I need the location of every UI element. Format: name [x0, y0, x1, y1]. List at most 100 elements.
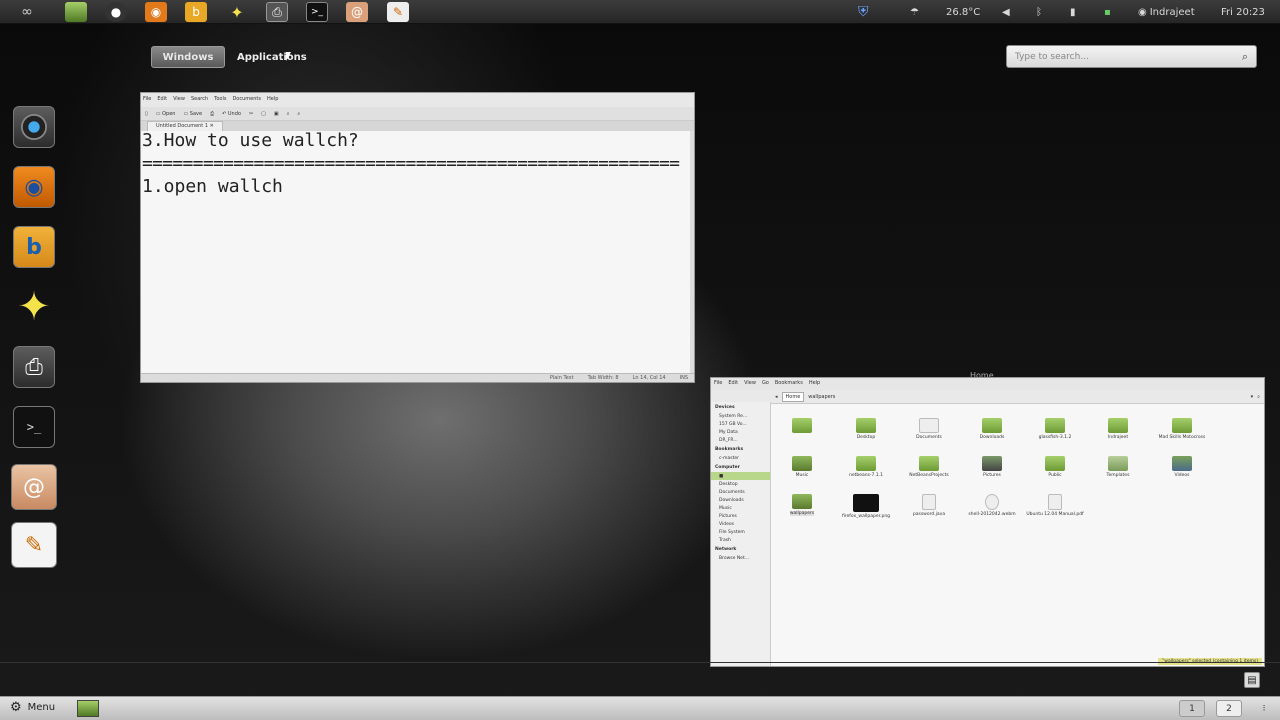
- copy-icon[interactable]: ▢: [261, 111, 266, 117]
- shell-logo-icon[interactable]: ∞: [16, 2, 38, 22]
- menu-edit[interactable]: Edit: [728, 380, 738, 388]
- sidebar-item-downloads[interactable]: Downloads: [711, 496, 770, 504]
- breadcrumb-wallpapers[interactable]: wallpapers: [808, 394, 835, 400]
- workspace-2-button[interactable]: 2: [1216, 700, 1242, 717]
- text-editor-icon[interactable]: ✎: [387, 2, 409, 22]
- file-manager-window[interactable]: File Edit View Go Bookmarks Help ◂ Home …: [710, 377, 1265, 667]
- file-item[interactable]: NetBeansProjects: [900, 456, 958, 478]
- replace-icon[interactable]: ⌕: [297, 111, 300, 117]
- sidebar-item-trash[interactable]: Trash: [711, 536, 770, 544]
- sidebar-item-file-system[interactable]: File System: [711, 528, 770, 536]
- temperature-label[interactable]: 26.8°C: [946, 0, 980, 24]
- menu-bookmarks[interactable]: Bookmarks: [775, 380, 803, 388]
- find-icon[interactable]: ⌕: [287, 111, 290, 117]
- blender-icon[interactable]: b: [13, 226, 55, 268]
- file-item[interactable]: Downloads: [963, 418, 1021, 440]
- file-item[interactable]: Documents: [900, 418, 958, 440]
- file-item[interactable]: Public: [1026, 456, 1084, 478]
- editor-text-area[interactable]: 3.How to use wallch? ===================…: [141, 130, 694, 374]
- workspace-1-button[interactable]: 1: [1179, 700, 1205, 717]
- terminal-icon[interactable]: >_: [13, 406, 55, 448]
- terminal-icon[interactable]: >_: [306, 2, 328, 22]
- camera-icon[interactable]: ●: [105, 2, 127, 22]
- sidebar-item-device[interactable]: DR_FR...: [711, 436, 770, 444]
- user-menu[interactable]: ◉ Indrajeet: [1138, 0, 1195, 24]
- menu-documents[interactable]: Documents: [232, 96, 261, 104]
- close-icon[interactable]: ✕: [210, 123, 214, 129]
- shell-app-icon[interactable]: @: [346, 2, 368, 22]
- file-item[interactable]: password.java: [900, 494, 958, 517]
- show-desktop-button[interactable]: [77, 700, 99, 717]
- sidebar-item-device[interactable]: 157 GB Vo...: [711, 420, 770, 428]
- menu-help[interactable]: Help: [809, 380, 820, 388]
- editor-scrollbar[interactable]: [690, 131, 694, 374]
- sidebar-item-pictures[interactable]: Pictures: [711, 512, 770, 520]
- cut-icon[interactable]: ✂: [249, 111, 253, 117]
- sidebar-item-desktop[interactable]: Desktop: [711, 480, 770, 488]
- scanner-icon[interactable]: ⎙: [266, 2, 288, 22]
- menu-file[interactable]: File: [143, 96, 151, 104]
- webcam-viewer-icon[interactable]: ◉: [13, 166, 55, 208]
- status-tab-width[interactable]: Tab Width: 8: [588, 375, 619, 381]
- menu-view[interactable]: View: [173, 96, 185, 104]
- sidebar-item-device[interactable]: My Data: [711, 428, 770, 436]
- file-item[interactable]: Mad Skills Motocross: [1153, 418, 1211, 440]
- volume-icon[interactable]: ◀: [1002, 0, 1010, 24]
- scanner-icon[interactable]: ⎙: [13, 346, 55, 388]
- view-dropdown-icon[interactable]: ▾: [1251, 394, 1254, 400]
- breadcrumb-home[interactable]: Home: [781, 391, 805, 402]
- weather-icon[interactable]: ☂: [910, 0, 919, 24]
- file-item[interactable]: wallpapers: [773, 494, 831, 516]
- file-item[interactable]: Music: [773, 456, 831, 478]
- sidebar-item-documents[interactable]: Documents: [711, 488, 770, 496]
- sidebar-item-videos[interactable]: Videos: [711, 520, 770, 528]
- text-editor-window[interactable]: File Edit View Search Tools Documents He…: [140, 92, 695, 383]
- menu-file[interactable]: File: [714, 380, 722, 388]
- open-button[interactable]: ▭ Open: [156, 111, 176, 117]
- file-item[interactable]: Ubuntu 12.04 Manual.pdf: [1026, 494, 1084, 517]
- menu-help[interactable]: Help: [267, 96, 278, 104]
- toggle-path-icon[interactable]: ◂: [775, 394, 778, 400]
- menu-edit[interactable]: Edit: [157, 96, 167, 104]
- star-icon[interactable]: ✦: [13, 284, 55, 330]
- paste-icon[interactable]: ▣: [274, 111, 279, 117]
- sidebar-item-music[interactable]: Music: [711, 504, 770, 512]
- network-icon[interactable]: ▪: [1104, 0, 1111, 24]
- file-item[interactable]: shell-2012042.webm: [963, 494, 1021, 517]
- menu-view[interactable]: View: [744, 380, 756, 388]
- save-button[interactable]: ▭ Save: [183, 111, 202, 117]
- file-item[interactable]: Indrajeet: [1089, 418, 1147, 440]
- webcam-icon[interactable]: ◉: [145, 2, 167, 22]
- bluetooth-icon[interactable]: ᛒ: [1036, 0, 1042, 24]
- file-item[interactable]: Videos: [1153, 456, 1211, 478]
- shell-icon[interactable]: @: [11, 464, 57, 510]
- shield-icon[interactable]: ⛨: [858, 0, 869, 24]
- tab-applications[interactable]: Applications: [226, 46, 318, 68]
- clock[interactable]: Fri 20:23: [1221, 0, 1265, 24]
- menu-search[interactable]: Search: [191, 96, 208, 104]
- file-item[interactable]: Pictures: [963, 456, 1021, 478]
- menu-button[interactable]: ⚙ Menu: [10, 700, 55, 715]
- file-item[interactable]: Templates: [1089, 456, 1147, 478]
- menu-go[interactable]: Go: [762, 380, 769, 388]
- text-editor-icon[interactable]: ✎: [11, 522, 57, 568]
- file-item[interactable]: firefox_wallpaper.png: [837, 494, 895, 519]
- status-language[interactable]: Plain Text: [550, 375, 574, 381]
- file-item[interactable]: netbeans-7.1.1: [837, 456, 895, 478]
- sidebar-item-device[interactable]: System Re...: [711, 412, 770, 420]
- sidebar-item-network[interactable]: Browse Net...: [711, 554, 770, 562]
- undo-button[interactable]: ↶ Undo: [222, 111, 241, 117]
- new-icon[interactable]: ▯: [145, 111, 148, 117]
- file-item[interactable]: [773, 418, 831, 435]
- file-item[interactable]: glassfish-3.1.2: [1026, 418, 1084, 440]
- search-icon[interactable]: ⌕: [1257, 394, 1260, 400]
- file-manager-icon[interactable]: [65, 2, 87, 22]
- star-icon[interactable]: ✦: [226, 2, 248, 22]
- sidebar-item-home[interactable]: ■: [711, 472, 770, 480]
- cheese-camera-icon[interactable]: [13, 106, 55, 148]
- tab-windows[interactable]: Windows: [151, 46, 225, 68]
- battery-icon[interactable]: ▮: [1070, 0, 1076, 24]
- file-item[interactable]: Desktop: [837, 418, 895, 440]
- search-input[interactable]: Type to search... ⌕: [1006, 45, 1257, 68]
- print-icon[interactable]: ⎙: [210, 111, 214, 117]
